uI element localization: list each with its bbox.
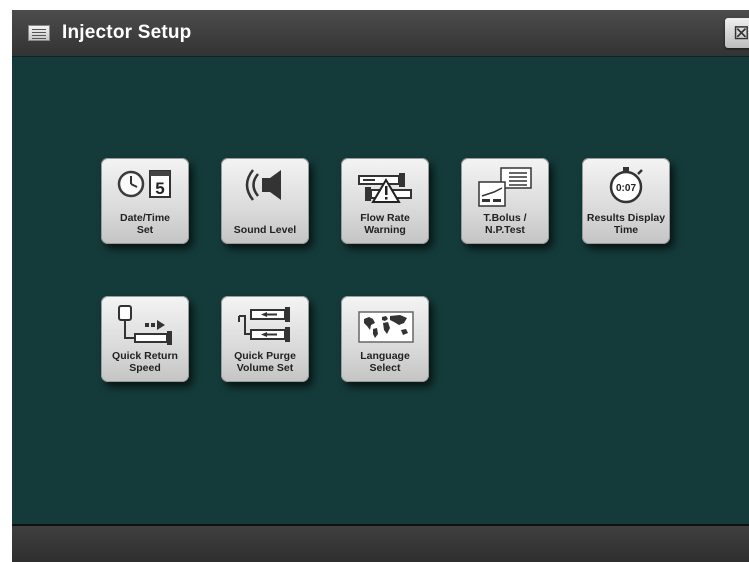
tile-label: Flow Rate Warning: [360, 212, 410, 236]
footer-bar: [12, 524, 749, 562]
tile-label: Sound Level: [233, 224, 297, 236]
page-title: Injector Setup: [62, 22, 192, 43]
stopwatch-readout: 0:07: [616, 183, 636, 194]
title-bar: Injector Setup ⊠: [12, 10, 749, 56]
tbolus-np-test-button[interactable]: T.Bolus / N.P.Test: [461, 158, 549, 244]
clock-calendar-icon: 5: [117, 170, 171, 198]
tile-label: Results Display Time: [586, 212, 666, 236]
date-time-set-button[interactable]: 5 Date/Time Set: [101, 158, 189, 244]
tile-label: Language Select: [360, 350, 410, 374]
quick-return-speed-button[interactable]: Quick Return Speed: [101, 296, 189, 382]
speaker-icon: [245, 169, 281, 201]
tile-label: Date/Time Set: [120, 212, 170, 236]
stopwatch-icon: 0:07: [609, 167, 643, 204]
quick-purge-volume-set-button[interactable]: Quick Purge Volume Set: [221, 296, 309, 382]
list-icon: [28, 25, 50, 41]
calendar-day: 5: [155, 179, 164, 198]
sound-level-button[interactable]: Sound Level: [221, 158, 309, 244]
tile-label: Quick Return Speed: [112, 350, 178, 374]
test-chart-icon: [478, 167, 532, 207]
close-button[interactable]: ⊠: [725, 18, 749, 48]
tile-label: T.Bolus / N.P.Test: [483, 212, 527, 236]
results-display-time-button[interactable]: 0:07 Results Display Time: [582, 158, 670, 244]
language-select-button[interactable]: Language Select: [341, 296, 429, 382]
flow-warning-icon: [358, 173, 412, 203]
app-window: Injector Setup ⊠ 5 Date/Time Set Sound L…: [12, 10, 749, 562]
flow-rate-warning-button[interactable]: Flow Rate Warning: [341, 158, 429, 244]
settings-panel: 5 Date/Time Set Sound Level Flow Rate Wa…: [12, 56, 749, 525]
purge-syringe-icon: [238, 307, 290, 342]
tile-label: Quick Purge Volume Set: [234, 350, 296, 374]
return-syringe-icon: [118, 305, 172, 345]
world-map-icon: [358, 311, 414, 343]
